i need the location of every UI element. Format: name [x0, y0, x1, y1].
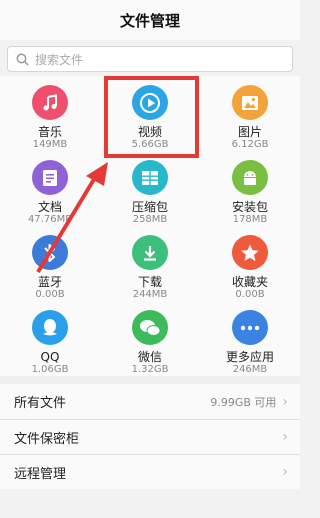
- download-icon: [132, 235, 168, 270]
- category-wechat[interactable]: 微信 1.32GB: [100, 301, 200, 376]
- search-input[interactable]: 搜索文件: [7, 46, 293, 72]
- file-actions-list: 所有文件 9.99GB 可用 › 文件保密柜 › 远程管理 ›: [0, 376, 300, 489]
- android-icon: [232, 160, 268, 195]
- category-label: 音乐: [37, 125, 62, 139]
- category-label: 微信: [137, 350, 162, 364]
- category-picture[interactable]: 图片 6.12GB: [200, 76, 300, 151]
- category-size: 258MB: [132, 214, 168, 225]
- wechat-icon: [132, 310, 168, 345]
- all-files-label: 所有文件: [14, 396, 67, 411]
- category-label: 更多应用: [225, 350, 274, 364]
- category-size: 0.00B: [35, 289, 65, 300]
- category-size: 178MB: [232, 214, 268, 225]
- category-download[interactable]: 下载 244MB: [100, 226, 200, 301]
- category-qq[interactable]: QQ 1.06GB: [0, 301, 100, 376]
- chevron-right-icon: ›: [282, 429, 288, 445]
- category-archive[interactable]: 压缩包 258MB: [100, 151, 200, 226]
- category-size: 149MB: [32, 139, 68, 150]
- pointer-arrow: [36, 162, 108, 274]
- page-title: 文件管理: [0, 0, 300, 40]
- music-icon: [32, 85, 68, 120]
- category-label: 蓝牙: [37, 275, 62, 289]
- category-size: 244MB: [132, 289, 168, 300]
- available-space: 9.99GB 可用: [210, 395, 277, 409]
- chevron-right-icon: ›: [282, 464, 288, 480]
- category-size: 1.32GB: [131, 364, 169, 375]
- search-icon: [16, 53, 29, 66]
- search-placeholder: 搜索文件: [35, 52, 84, 67]
- header-title: 文件管理: [119, 11, 180, 30]
- chevron-right-icon: ›: [282, 393, 288, 410]
- video-highlight-box: [104, 76, 199, 158]
- category-android[interactable]: 安装包 178MB: [200, 151, 300, 226]
- category-star[interactable]: 收藏夹 0.00B: [200, 226, 300, 301]
- star-icon: [232, 235, 268, 270]
- qq-icon: [32, 310, 68, 345]
- category-label: 安装包: [231, 200, 268, 214]
- remote-manage-label: 远程管理: [14, 466, 67, 482]
- category-size: 1.06GB: [31, 364, 69, 375]
- file-vault-label: 文件保密柜: [14, 431, 80, 447]
- all-files-row[interactable]: 所有文件 9.99GB 可用 ›: [0, 376, 300, 419]
- category-label: 压缩包: [131, 200, 168, 214]
- archive-icon: [132, 160, 168, 195]
- file-vault-row[interactable]: 文件保密柜 ›: [0, 419, 300, 454]
- category-size: 6.12GB: [231, 139, 269, 150]
- category-size: 0.00B: [235, 289, 265, 300]
- category-label: 收藏夹: [231, 275, 268, 289]
- picture-icon: [232, 85, 268, 120]
- category-size: 246MB: [232, 364, 268, 375]
- category-label: 图片: [237, 125, 262, 139]
- category-music[interactable]: 音乐 149MB: [0, 76, 100, 151]
- remote-manage-row[interactable]: 远程管理 ›: [0, 454, 300, 489]
- category-more[interactable]: 更多应用 246MB: [200, 301, 300, 376]
- category-label: 下载: [137, 275, 162, 289]
- category-label: QQ: [40, 350, 60, 364]
- more-icon: [232, 310, 268, 345]
